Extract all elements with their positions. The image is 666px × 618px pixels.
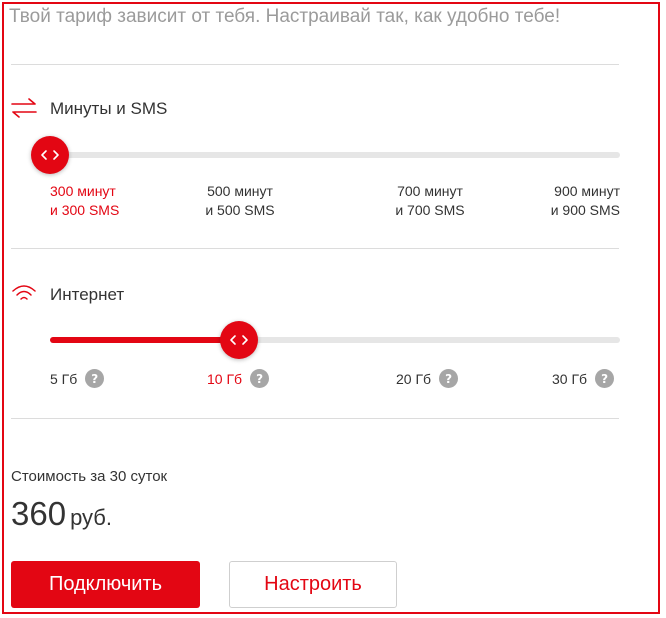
internet-option-10gb[interactable]: 10 Гб ? <box>207 369 270 388</box>
minutes-option-line1: 500 минут <box>207 183 273 199</box>
chevrons-left-right-icon <box>41 150 59 160</box>
cost-label: Стоимость за 30 суток <box>11 468 168 485</box>
internet-option-label: 10 Гб <box>207 370 243 387</box>
minutes-option-line1: 300 минут <box>50 183 116 199</box>
internet-option-label: 30 Гб <box>552 370 588 387</box>
help-icon[interactable]: ? <box>85 369 105 388</box>
divider <box>11 64 619 65</box>
internet-option-label: 20 Гб <box>396 370 432 387</box>
divider <box>11 418 619 419</box>
minutes-option-line2: и 500 SMS <box>205 202 275 218</box>
internet-slider-fill <box>50 337 238 343</box>
internet-option-30gb[interactable]: 30 Гб ? <box>552 369 615 388</box>
internet-slider-track[interactable] <box>50 337 620 343</box>
help-icon[interactable]: ? <box>595 369 615 388</box>
internet-section-title: Интернет <box>50 285 125 304</box>
help-icon[interactable]: ? <box>250 369 270 388</box>
internet-option-label: 5 Гб <box>50 370 78 387</box>
minutes-option-line2: и 700 SMS <box>395 202 465 218</box>
internet-slider-thumb[interactable] <box>220 321 258 359</box>
price-amount: 360 <box>11 495 67 532</box>
price: 360 руб. <box>11 495 112 533</box>
minutes-option-500[interactable]: 500 минут и 500 SMS <box>195 182 285 220</box>
price-currency: руб. <box>70 505 113 530</box>
internet-option-5gb[interactable]: 5 Гб ? <box>50 369 105 388</box>
wifi-icon <box>11 283 37 308</box>
minutes-option-line1: 700 минут <box>397 183 463 199</box>
minutes-slider-track[interactable] <box>50 152 620 158</box>
minutes-slider-thumb[interactable] <box>31 136 69 174</box>
swap-arrows-icon <box>11 98 37 123</box>
minutes-option-line2: и 300 SMS <box>50 202 120 218</box>
headline: Твой тариф зависит от тебя. Настраивай т… <box>9 6 561 27</box>
chevrons-left-right-icon <box>230 335 248 345</box>
minutes-option-line2: и 900 SMS <box>550 202 620 218</box>
connect-button[interactable]: Подключить <box>11 561 200 608</box>
help-icon[interactable]: ? <box>439 369 459 388</box>
minutes-section-title: Минуты и SMS <box>50 99 168 118</box>
divider <box>11 248 619 249</box>
minutes-option-900[interactable]: 900 минут и 900 SMS <box>520 182 620 220</box>
configure-button[interactable]: Настроить <box>229 561 397 608</box>
minutes-option-700[interactable]: 700 минут и 700 SMS <box>385 182 475 220</box>
minutes-option-line1: 900 минут <box>554 183 620 199</box>
internet-option-20gb[interactable]: 20 Гб ? <box>396 369 459 388</box>
minutes-option-300[interactable]: 300 минут и 300 SMS <box>50 182 119 220</box>
